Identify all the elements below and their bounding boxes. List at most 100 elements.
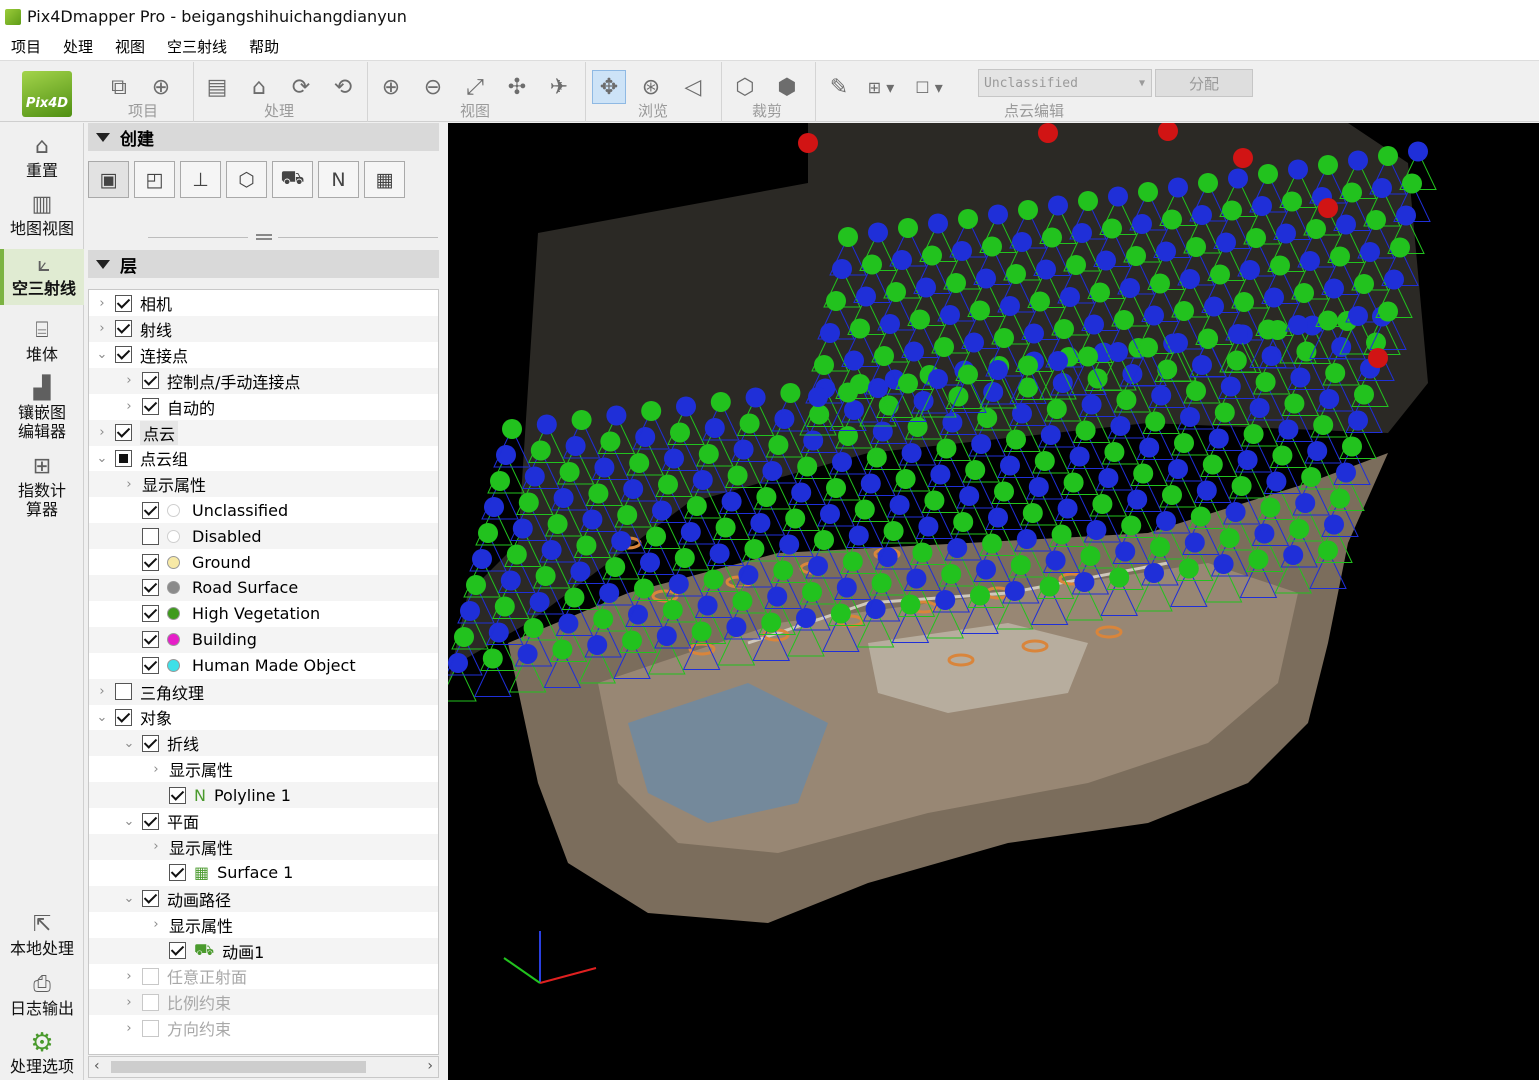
layer-row[interactable]: › 点云 bbox=[89, 419, 438, 446]
layer-row[interactable]: › 显示属性 bbox=[89, 912, 438, 938]
sidebar-item-reset[interactable]: ⌂ 重置 bbox=[0, 133, 84, 180]
layer-row[interactable]: › 三角纹理 bbox=[89, 678, 438, 705]
create-animation-icon[interactable]: ⛟ bbox=[272, 161, 313, 198]
horizontal-scrollbar[interactable]: ‹ › bbox=[88, 1056, 439, 1078]
chevron-left-icon[interactable]: ‹ bbox=[94, 1058, 100, 1074]
layer-row[interactable]: ⌄ 对象 bbox=[89, 704, 438, 730]
create-area-icon[interactable]: ◰ bbox=[134, 161, 175, 198]
layer-row[interactable]: High Vegetation bbox=[89, 601, 438, 627]
collapse-icon[interactable]: ✣ bbox=[500, 70, 534, 104]
menu-view[interactable]: 视图 bbox=[104, 36, 156, 57]
box-alt-icon[interactable]: ⬢ bbox=[770, 70, 804, 104]
chevron-right-icon[interactable]: › bbox=[122, 969, 136, 984]
layer-checkbox[interactable] bbox=[115, 346, 132, 364]
layer-row[interactable]: ⌄ 平面 bbox=[89, 808, 438, 834]
layer-checkbox[interactable] bbox=[142, 657, 159, 675]
sidebar-item-index-calculator[interactable]: ⊞ 指数计算器 bbox=[0, 453, 84, 519]
chevron-right-icon[interactable]: › bbox=[149, 762, 163, 777]
fly-icon[interactable]: ◁ bbox=[676, 70, 710, 104]
refresh-icon[interactable]: ⟳ bbox=[284, 70, 318, 104]
layer-row[interactable]: ⛟ 动画1 bbox=[89, 937, 438, 964]
layer-row[interactable]: ⌄ 折线 bbox=[89, 730, 438, 757]
panel-splitter[interactable] bbox=[88, 229, 439, 243]
raycloud-scene[interactable] bbox=[448, 123, 1539, 1080]
layer-checkbox[interactable] bbox=[142, 527, 159, 545]
layer-row[interactable]: › 显示属性 bbox=[89, 471, 438, 498]
sidebar-item-map-view[interactable]: ▥ 地图视图 bbox=[0, 191, 84, 238]
create-polygon-icon[interactable]: ▣ bbox=[88, 161, 129, 198]
zoom-out-icon[interactable]: ⊖ bbox=[416, 70, 450, 104]
layer-checkbox[interactable] bbox=[142, 372, 159, 390]
layer-checkbox[interactable] bbox=[115, 708, 132, 726]
chevron-right-icon[interactable]: › bbox=[95, 296, 109, 311]
chevron-down-icon[interactable]: ⌄ bbox=[122, 736, 136, 751]
sidebar-item-raycloud[interactable]: ⟀ 空三射线 bbox=[0, 249, 84, 305]
assign-button[interactable]: 分配 bbox=[1155, 69, 1253, 97]
chevron-right-icon[interactable]: › bbox=[149, 917, 163, 932]
layer-row[interactable]: Disabled bbox=[89, 523, 438, 550]
layer-checkbox[interactable] bbox=[115, 449, 132, 467]
layer-row[interactable]: › 控制点/手动连接点 bbox=[89, 367, 438, 394]
airplane-icon[interactable]: ✈ bbox=[542, 70, 576, 104]
chevron-down-icon[interactable]: ⌄ bbox=[95, 451, 109, 466]
layer-row[interactable]: Road Surface bbox=[89, 574, 438, 601]
classification-select[interactable]: Unclassified ▼ bbox=[978, 69, 1152, 97]
layer-row[interactable]: ⌄ 点云组 bbox=[89, 445, 438, 471]
create-box-icon[interactable]: ⬡ bbox=[226, 161, 267, 198]
layer-row[interactable]: Unclassified bbox=[89, 497, 438, 523]
chevron-right-icon[interactable]: › bbox=[122, 477, 136, 492]
layer-row[interactable]: › 方向约束 bbox=[89, 1015, 438, 1041]
scrollbar-thumb[interactable] bbox=[111, 1061, 366, 1073]
chevron-right-icon[interactable]: › bbox=[149, 839, 163, 854]
sidebar-item-local-processing[interactable]: ⇱ 本地处理 bbox=[0, 911, 84, 958]
layer-checkbox[interactable] bbox=[169, 786, 186, 804]
chevron-down-icon[interactable]: ⌄ bbox=[95, 347, 109, 362]
sidebar-item-mosaic-editor[interactable]: ▟ 镶嵌图编辑器 bbox=[0, 375, 84, 441]
chevron-right-icon[interactable]: › bbox=[427, 1058, 433, 1074]
menu-project[interactable]: 项目 bbox=[0, 36, 52, 57]
sidebar-item-processing-options[interactable]: ⚙ 处理选项 bbox=[0, 1029, 84, 1076]
layers-section-header[interactable]: 层 bbox=[88, 250, 439, 278]
layer-checkbox[interactable] bbox=[142, 812, 159, 830]
chevron-down-icon[interactable]: ⌄ bbox=[122, 814, 136, 829]
layer-checkbox[interactable] bbox=[142, 890, 159, 908]
box-icon[interactable]: ⬡ bbox=[728, 70, 762, 104]
layer-row[interactable]: ⌄ 连接点 bbox=[89, 342, 438, 368]
layer-checkbox[interactable] bbox=[142, 631, 159, 649]
layer-checkbox[interactable] bbox=[142, 398, 159, 416]
chevron-right-icon[interactable]: › bbox=[122, 373, 136, 388]
create-section-header[interactable]: 创建 bbox=[88, 123, 439, 151]
layer-checkbox[interactable] bbox=[169, 864, 186, 882]
processing-icon[interactable]: ⌂ bbox=[242, 70, 276, 104]
target-icon[interactable]: ⊕ bbox=[144, 70, 178, 104]
layer-row[interactable]: ▦ Surface 1 bbox=[89, 860, 438, 886]
layer-row[interactable]: › 相机 bbox=[89, 290, 438, 316]
camera-icon[interactable]: ⧉ bbox=[102, 70, 136, 104]
menu-help[interactable]: 帮助 bbox=[238, 36, 290, 57]
create-axis-icon[interactable]: ⊥ bbox=[180, 161, 221, 198]
orbit-icon[interactable]: ⊛ bbox=[634, 70, 668, 104]
brush-icon[interactable]: ✎ bbox=[822, 70, 856, 104]
layer-checkbox[interactable] bbox=[169, 942, 186, 959]
layer-checkbox[interactable] bbox=[115, 424, 132, 441]
fit-view-icon[interactable]: ⤢ bbox=[458, 70, 492, 104]
layer-checkbox[interactable] bbox=[142, 734, 159, 752]
layer-checkbox[interactable] bbox=[115, 683, 132, 700]
layer-row[interactable]: › 显示属性 bbox=[89, 833, 438, 860]
layer-row[interactable]: › 射线 bbox=[89, 315, 438, 342]
chevron-right-icon[interactable]: › bbox=[122, 399, 136, 414]
layer-row[interactable]: › 比例约束 bbox=[89, 989, 438, 1016]
layer-checkbox[interactable] bbox=[142, 553, 159, 571]
layer-row[interactable]: Ground bbox=[89, 549, 438, 575]
chevron-down-icon[interactable]: ⌄ bbox=[122, 891, 136, 906]
color-box-icon[interactable]: ☐ ▾ bbox=[912, 70, 946, 104]
chevron-right-icon[interactable]: › bbox=[122, 995, 136, 1010]
chevron-down-icon[interactable]: ⌄ bbox=[95, 710, 109, 725]
pan-icon[interactable]: ✥ bbox=[592, 70, 626, 104]
layer-row[interactable]: › 显示属性 bbox=[89, 756, 438, 782]
menu-process[interactable]: 处理 bbox=[52, 36, 104, 57]
layer-row[interactable]: Building bbox=[89, 626, 438, 653]
create-surface-icon[interactable]: ▦ bbox=[364, 161, 405, 198]
layer-checkbox[interactable] bbox=[142, 605, 159, 623]
layer-row[interactable]: Human Made Object bbox=[89, 653, 438, 679]
